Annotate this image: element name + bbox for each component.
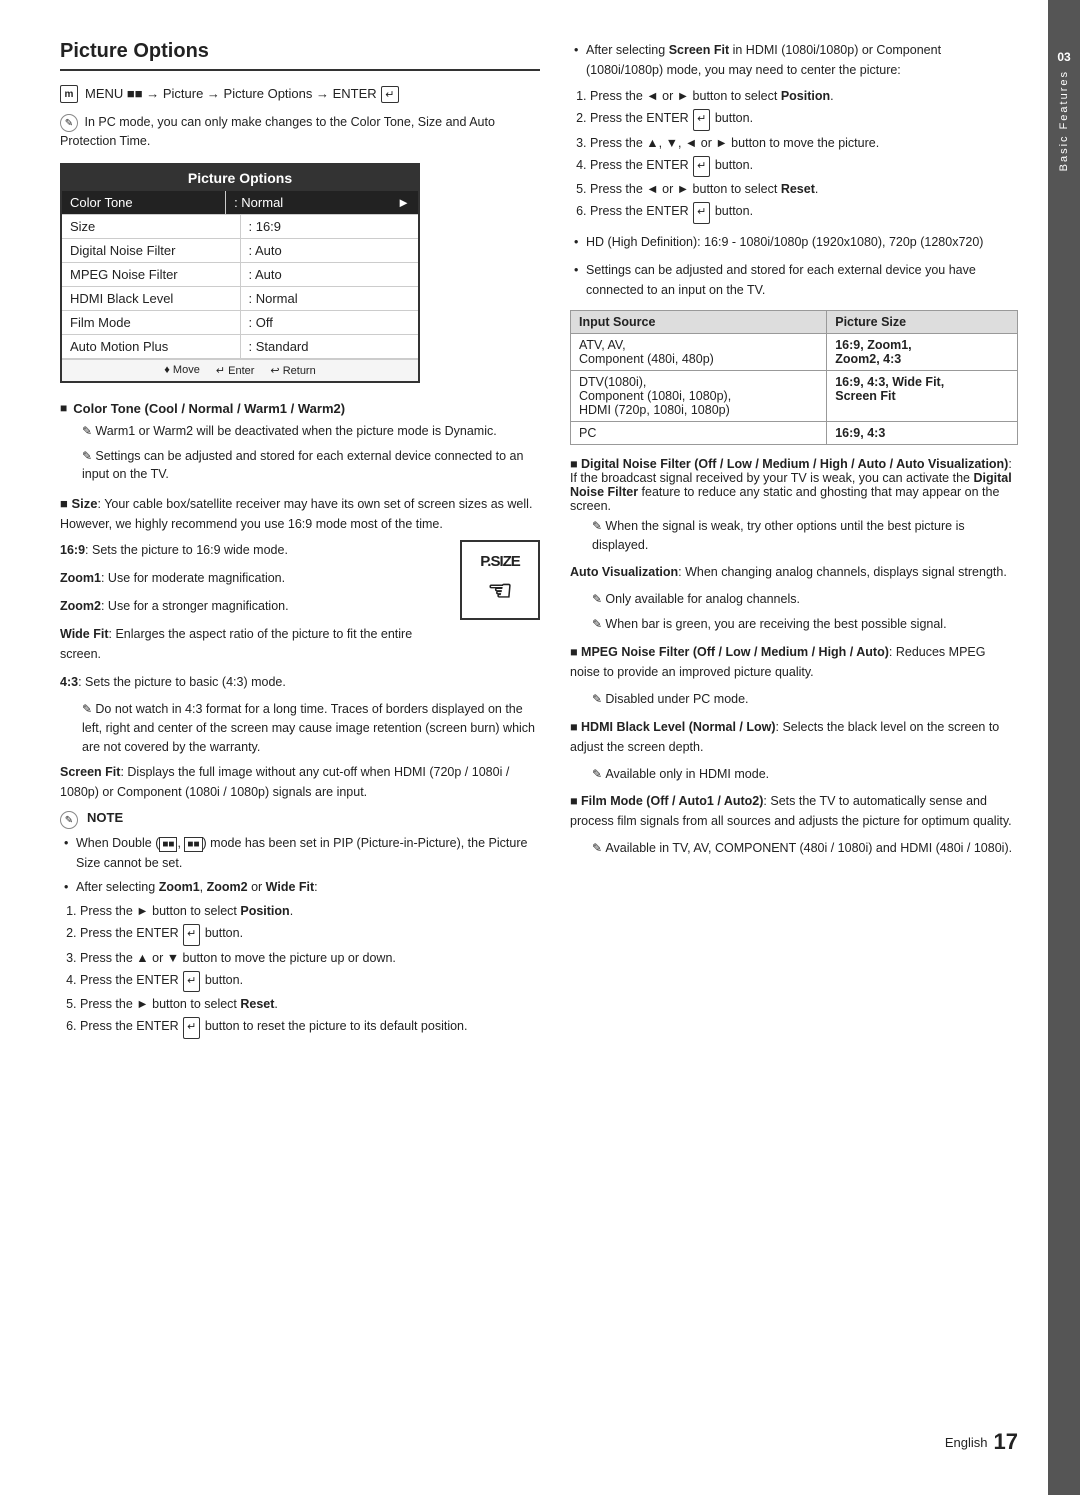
note-section: ✎ NOTE When Double (■■, ■■) mode has bee… [60,810,540,1039]
note-bullet-pip: When Double (■■, ■■) mode has been set i… [60,833,540,873]
section-label: Basic Features [1058,70,1070,171]
table-row: MPEG Noise Filter : Auto [62,263,418,287]
source-atv: ATV, AV,Component (480i, 480p) [571,333,827,370]
step-6: Press the ENTER ↵ button to reset the pi… [80,1016,540,1039]
table-enter: ↵ Enter [216,364,255,377]
step-2: Press the ENTER ↵ button. [80,923,540,946]
widefit-desc: Wide Fit: Enlarges the aspect ratio of t… [60,624,540,664]
table-cell-color-tone-value: : Normal [225,191,389,214]
sf-step-4: Press the ENTER ↵ button. [590,155,1018,178]
table-move: ♦ Move [164,364,200,377]
43-desc: 4:3: Sets the picture to basic (4:3) mod… [60,672,540,692]
page-footer: English 17 [60,1419,1018,1455]
table-row: ATV, AV,Component (480i, 480p) 16:9, Zoo… [571,333,1018,370]
step-4: Press the ENTER ↵ button. [80,970,540,993]
hd-note: HD (High Definition): 16:9 - 1080i/1080p… [570,232,1018,252]
size-header: ■ Size: Your cable box/satellite receive… [60,494,540,534]
table-row: Film Mode : Off [62,311,418,335]
settings-note: Settings can be adjusted and stored for … [570,260,1018,300]
table-row: HDMI Black Level : Normal [62,287,418,311]
pc-mode-note: ✎ In PC mode, you can only make changes … [60,113,540,151]
size-atv: 16:9, Zoom1,Zoom2, 4:3 [827,333,1018,370]
mpeg-block: ■ MPEG Noise Filter (Off / Low / Medium … [570,642,1018,709]
page-title: Picture Options [60,40,540,71]
note-pencil-icon: ✎ [60,114,78,132]
table-cell-hdmi-value: : Normal [240,287,419,310]
step-5: Press the ► button to select Reset. [80,994,540,1014]
screen-fit-steps: Press the ◄ or ► button to select Positi… [570,86,1018,224]
color-tone-header: Color Tone (Cool / Normal / Warm1 / Warm… [60,401,540,416]
table-row: DTV(1080i),Component (1080i, 1080p),HDMI… [571,370,1018,421]
step-1: Press the ► button to select Position. [80,901,540,921]
table-row: Digital Noise Filter : Auto [62,239,418,263]
table-cell-size-label: Size [62,215,240,238]
sf-step-5: Press the ◄ or ► button to select Reset. [590,179,1018,199]
section-number: 03 [1057,50,1070,64]
table-cell-dnf-value: : Auto [240,239,419,262]
menu-path-text: MENU ■■ → Picture → Picture Options → EN… [85,86,400,103]
source-pc: PC [571,421,827,444]
sidebar-section: 03 Basic Features [1048,0,1080,1495]
table-cell-color-tone-label: Color Tone [62,191,225,214]
input-source-table: Input Source Picture Size ATV, AV,Compon… [570,310,1018,445]
menu-path: m MENU ■■ → Picture → Picture Options → … [60,85,540,103]
picture-size-header: Picture Size [827,310,1018,333]
table-cell-film-label: Film Mode [62,311,240,334]
sf-step-2: Press the ENTER ↵ button. [590,108,1018,131]
page-number: 17 [994,1429,1018,1455]
table-cell-hdmi-label: HDMI Black Level [62,287,240,310]
table-cell-mpeg-value: : Auto [240,263,419,286]
table-cell-size-value: : 16:9 [240,215,419,238]
picture-options-table: Picture Options Color Tone : Normal ► Si… [60,163,420,383]
hdmi-note: Available only in HDMI mode. [570,765,1018,784]
right-column: After selecting Screen Fit in HDMI (1080… [570,40,1018,1399]
table-cell-amp-label: Auto Motion Plus [62,335,240,358]
left-column: Picture Options m MENU ■■ → Picture → Pi… [60,40,540,1399]
auto-viz-note1: Only available for analog channels. [570,590,1018,609]
note-icon: ✎ [60,811,78,829]
table-cell-mpeg-label: MPEG Noise Filter [62,263,240,286]
source-dtv: DTV(1080i),Component (1080i, 1080p),HDMI… [571,370,827,421]
mpeg-note: Disabled under PC mode. [570,690,1018,709]
screen-fit-note: After selecting Screen Fit in HDMI (1080… [570,40,1018,80]
step-3: Press the ▲ or ▼ button to move the pict… [80,948,540,968]
note-bullet-zoom: After selecting Zoom1, Zoom2 or Wide Fit… [60,877,540,897]
table-footer: ♦ Move ↵ Enter ↩ Return [62,359,418,381]
dnf-block: ■ Digital Noise Filter (Off / Low / Medi… [570,457,1018,555]
size-pc: 16:9, 4:3 [827,421,1018,444]
sf-step-3: Press the ▲, ▼, ◄ or ► button to move th… [590,133,1018,153]
zoom-steps: Press the ► button to select Position. P… [60,901,540,1039]
film-mode-block: ■ Film Mode (Off / Auto1 / Auto2): Sets … [570,791,1018,858]
color-tone-note1: Warm1 or Warm2 will be deactivated when … [60,422,540,441]
color-tone-note2: Settings can be adjusted and stored for … [60,447,540,485]
sf-step-6: Press the ENTER ↵ button. [590,201,1018,224]
table-title: Picture Options [62,165,418,191]
size-dtv: 16:9, 4:3, Wide Fit,Screen Fit [827,370,1018,421]
hand-icon: ☜ [487,574,512,607]
note-title: NOTE [87,810,123,825]
table-row: PC 16:9, 4:3 [571,421,1018,444]
page-language: English [945,1435,988,1450]
table-row: Color Tone : Normal ► [62,191,418,215]
input-source-header: Input Source [571,310,827,333]
psize-icon: P.SIZE ☜ [460,540,540,620]
auto-viz-block: Auto Visualization: When changing analog… [570,562,1018,634]
menu-icon: m [60,85,78,103]
43-note: Do not watch in 4:3 format for a long ti… [60,700,540,756]
table-cell-amp-value: : Standard [240,335,419,358]
hdmi-block: ■ HDMI Black Level (Normal / Low): Selec… [570,717,1018,784]
table-return: ↩ Return [270,364,315,377]
table-row: Auto Motion Plus : Standard [62,335,418,359]
dnf-note: When the signal is weak, try other optio… [570,517,1018,555]
screenfit-desc: Screen Fit: Displays the full image with… [60,762,540,802]
table-arrow-icon: ► [389,191,418,214]
sf-step-1: Press the ◄ or ► button to select Positi… [590,86,1018,106]
film-note: Available in TV, AV, COMPONENT (480i / 1… [570,839,1018,858]
table-row: Size : 16:9 [62,215,418,239]
table-cell-dnf-label: Digital Noise Filter [62,239,240,262]
auto-viz-note2: When bar is green, you are receiving the… [570,615,1018,634]
table-cell-film-value: : Off [240,311,419,334]
